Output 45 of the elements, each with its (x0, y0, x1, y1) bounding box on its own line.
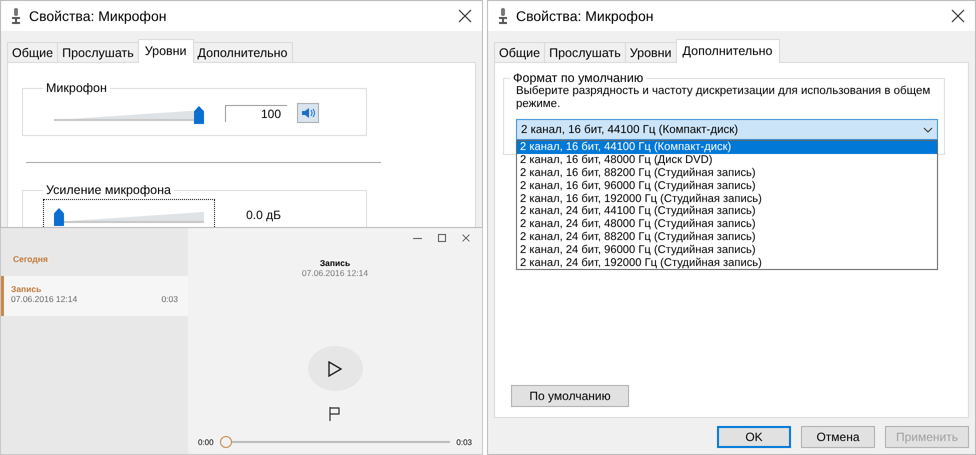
tab[interactable]: Дополнительно (676, 39, 780, 63)
recording-item[interactable]: Запись 07.06.2016 12:14 0:03 (1, 276, 188, 316)
close-icon[interactable] (462, 234, 470, 242)
description-text: Выберите разрядность и частоту дискретизации для использования в общем режиме. (515, 85, 932, 112)
recording-date: 07.06.2016 12:14 (302, 268, 368, 278)
value-field[interactable]: 100 (225, 104, 287, 122)
tab[interactable]: Прослушать (544, 42, 626, 63)
dialog-button[interactable]: OK (716, 426, 791, 448)
close-icon[interactable] (458, 9, 472, 23)
tab[interactable]: Общие (494, 42, 546, 63)
tab[interactable]: Дополнительно (192, 42, 293, 63)
group-label: Усиление микрофона (45, 183, 172, 197)
window-title: Свойства: Микрофон (29, 8, 168, 24)
slider-thumb[interactable] (194, 106, 204, 124)
microphone-icon (498, 8, 508, 24)
default-button[interactable]: По умолчанию (511, 385, 629, 407)
tab[interactable]: Уровни (138, 39, 194, 63)
maximize-icon[interactable] (438, 234, 446, 242)
recording-title: Запись (320, 258, 350, 268)
group-label: Формат по умолчанию (512, 71, 644, 85)
progress-thumb[interactable] (220, 436, 232, 448)
window-title: Свойства: Микрофон (516, 8, 654, 24)
recording-name: Запись (11, 284, 42, 294)
tab[interactable]: Уровни (624, 42, 677, 63)
speaker-icon (301, 107, 315, 119)
value-text: 0.0 дБ (245, 207, 282, 223)
chevron-icon (923, 126, 933, 133)
group-label: Микрофон (45, 81, 108, 95)
microphone-icon (11, 8, 21, 24)
speaker-button[interactable] (297, 103, 319, 123)
flag-icon[interactable] (329, 407, 341, 421)
section-heading: Сегодня (12, 254, 49, 266)
close-icon[interactable] (951, 9, 965, 23)
play-button[interactable] (308, 346, 362, 391)
tab[interactable]: Прослушать (57, 42, 139, 63)
recording-date: 07.06.2016 12:14 (11, 294, 78, 304)
tab[interactable]: Общие (7, 42, 58, 63)
time-position: 0:00 (198, 438, 214, 446)
time-length: 0:03 (456, 438, 472, 446)
format-dropdown[interactable]: 2 канал, 16 бит, 44100 Гц (Компакт-диск) (516, 119, 938, 140)
play-icon (328, 360, 342, 376)
recording-duration: 0:03 (161, 294, 178, 304)
dialog-button[interactable]: Отмена (800, 426, 875, 448)
slider-thumb[interactable] (54, 208, 64, 226)
dropdown-option[interactable]: 2 канал, 16 бит, 44100 Гц (Компакт-диск) (517, 141, 937, 154)
